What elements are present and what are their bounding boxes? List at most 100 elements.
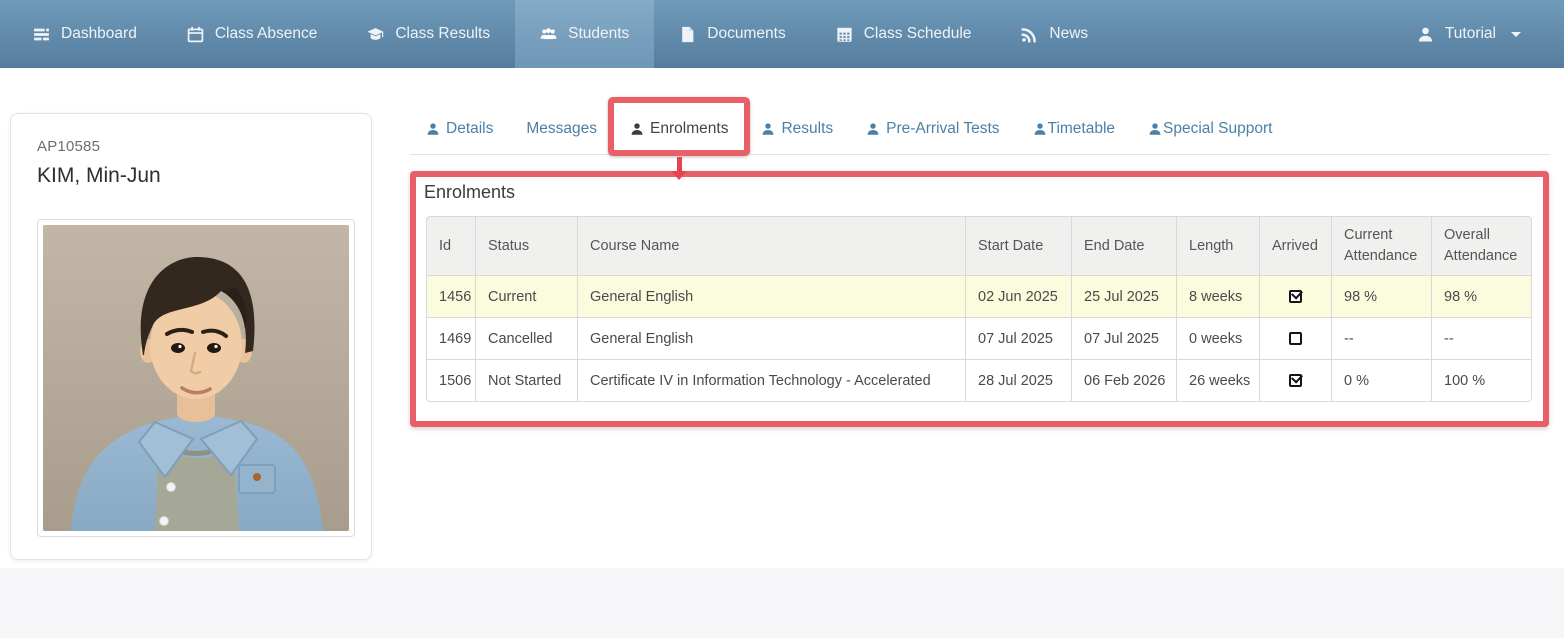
nav-item-class-schedule[interactable]: Class Schedule: [811, 0, 997, 68]
enrolment-row[interactable]: 1469 Cancelled General English 07 Jul 20…: [426, 318, 1532, 360]
cell-length: 8 weeks: [1177, 276, 1260, 318]
cell-course: Certificate IV in Information Technology…: [578, 360, 966, 402]
cell-overall-attendance: --: [1432, 318, 1532, 360]
nav-item-news[interactable]: News: [996, 0, 1113, 68]
nav-item-documents[interactable]: Documents: [654, 0, 810, 68]
nav-item-label: Class Schedule: [864, 25, 972, 43]
person-icon: [1033, 122, 1047, 136]
tab-enrolments[interactable]: Enrolments: [617, 110, 741, 148]
nav-item-class-absence[interactable]: Class Absence: [162, 0, 343, 68]
enrolments-heading: Enrolments: [424, 182, 515, 203]
graduation-cap-icon: [367, 26, 384, 43]
cell-id: 1456: [426, 276, 476, 318]
col-length: Length: [1177, 216, 1260, 276]
cell-start-date: 28 Jul 2025: [966, 360, 1072, 402]
cell-overall-attendance: 100 %: [1432, 360, 1532, 402]
nav-item-class-results[interactable]: Class Results: [342, 0, 515, 68]
tab-label: Results: [781, 120, 833, 138]
cell-current-attendance: 98 %: [1332, 276, 1432, 318]
cell-arrived: [1260, 360, 1332, 402]
arrived-checkbox[interactable]: [1289, 290, 1302, 303]
cell-end-date: 07 Jul 2025: [1072, 318, 1177, 360]
arrived-checkbox[interactable]: [1289, 332, 1302, 345]
cell-status: Current: [476, 276, 578, 318]
nav-item-label: Students: [568, 25, 629, 43]
nav-item-label: News: [1049, 25, 1088, 43]
cell-end-date: 25 Jul 2025: [1072, 276, 1177, 318]
person-icon: [866, 122, 880, 136]
user-menu-tutorial[interactable]: Tutorial: [1392, 0, 1546, 68]
person-icon: [1148, 122, 1162, 136]
nav-item-label: Dashboard: [61, 25, 137, 43]
person-icon: [630, 122, 644, 136]
user-menu-label: Tutorial: [1445, 25, 1496, 43]
cell-arrived: [1260, 276, 1332, 318]
tab-timetable[interactable]: Timetable: [1020, 110, 1128, 148]
nav-item-label: Documents: [707, 25, 785, 43]
nav-right: Tutorial: [1392, 0, 1564, 68]
student-name: KIM, Min-Jun: [37, 164, 371, 188]
col-id: Id: [426, 216, 476, 276]
cell-status: Cancelled: [476, 318, 578, 360]
cell-current-attendance: 0 %: [1332, 360, 1432, 402]
cell-start-date: 02 Jun 2025: [966, 276, 1072, 318]
person-icon: [426, 122, 440, 136]
tab-label: Timetable: [1048, 120, 1115, 138]
chevron-down-icon: [1511, 32, 1521, 37]
enrolments-table: Id Status Course Name Start Date End Dat…: [426, 216, 1532, 402]
nav-item-dashboard[interactable]: Dashboard: [8, 0, 162, 68]
enrolment-row[interactable]: 1456 Current General English 02 Jun 2025…: [426, 276, 1532, 318]
person-icon: [761, 122, 775, 136]
cell-length: 26 weeks: [1177, 360, 1260, 402]
tab-special-support[interactable]: Special Support: [1135, 110, 1285, 148]
col-status: Status: [476, 216, 578, 276]
cell-overall-attendance: 98 %: [1432, 276, 1532, 318]
nav-items: Dashboard Class Absence Class Results St…: [0, 0, 1113, 68]
tab-details[interactable]: Details: [413, 110, 506, 148]
enrolment-row[interactable]: 1506 Not Started Certificate IV in Infor…: [426, 360, 1532, 402]
nav-item-label: Class Absence: [215, 25, 318, 43]
arrived-checkbox[interactable]: [1289, 374, 1302, 387]
top-navbar: Dashboard Class Absence Class Results St…: [0, 0, 1564, 68]
tab-label: Messages: [526, 120, 597, 138]
student-id: AP10585: [37, 138, 371, 155]
cell-course: General English: [578, 276, 966, 318]
tab-results[interactable]: Results: [748, 110, 846, 148]
main-content: AP10585 KIM, Min-Jun: [0, 68, 1564, 568]
tab-label: Enrolments: [650, 120, 728, 138]
cell-length: 0 weeks: [1177, 318, 1260, 360]
rss-icon: [1021, 26, 1038, 43]
cell-current-attendance: --: [1332, 318, 1432, 360]
calendar-grid-icon: [836, 26, 853, 43]
student-photo: [37, 219, 355, 537]
annotation-arrow-down: [671, 157, 687, 181]
cell-end-date: 06 Feb 2026: [1072, 360, 1177, 402]
tab-label: Special Support: [1163, 120, 1272, 138]
nav-item-label: Class Results: [395, 25, 490, 43]
tab-label: Details: [446, 120, 493, 138]
tab-label: Pre-Arrival Tests: [886, 120, 999, 138]
col-course-name: Course Name: [578, 216, 966, 276]
student-tabs: Details Messages Enrolments Results Pre-…: [410, 103, 1550, 155]
cell-start-date: 07 Jul 2025: [966, 318, 1072, 360]
cell-id: 1506: [426, 360, 476, 402]
student-portrait-illustration: [43, 225, 349, 531]
col-arrived: Arrived: [1260, 216, 1332, 276]
cell-status: Not Started: [476, 360, 578, 402]
table-header-row: Id Status Course Name Start Date End Dat…: [426, 216, 1532, 276]
cell-course: General English: [578, 318, 966, 360]
col-end-date: End Date: [1072, 216, 1177, 276]
tab-messages[interactable]: Messages: [513, 110, 610, 148]
document-icon: [679, 26, 696, 43]
tab-pre-arrival-tests[interactable]: Pre-Arrival Tests: [853, 110, 1012, 148]
col-current-attendance: Current Attendance: [1332, 216, 1432, 276]
calendar-outline-icon: [187, 26, 204, 43]
users-icon: [540, 26, 557, 43]
cell-id: 1469: [426, 318, 476, 360]
nav-item-students[interactable]: Students: [515, 0, 654, 68]
cell-arrived: [1260, 318, 1332, 360]
student-detail-panel: Details Messages Enrolments Results Pre-…: [410, 68, 1550, 538]
student-card: AP10585 KIM, Min-Jun: [10, 113, 372, 560]
tasks-icon: [33, 26, 50, 43]
user-icon: [1417, 26, 1434, 43]
